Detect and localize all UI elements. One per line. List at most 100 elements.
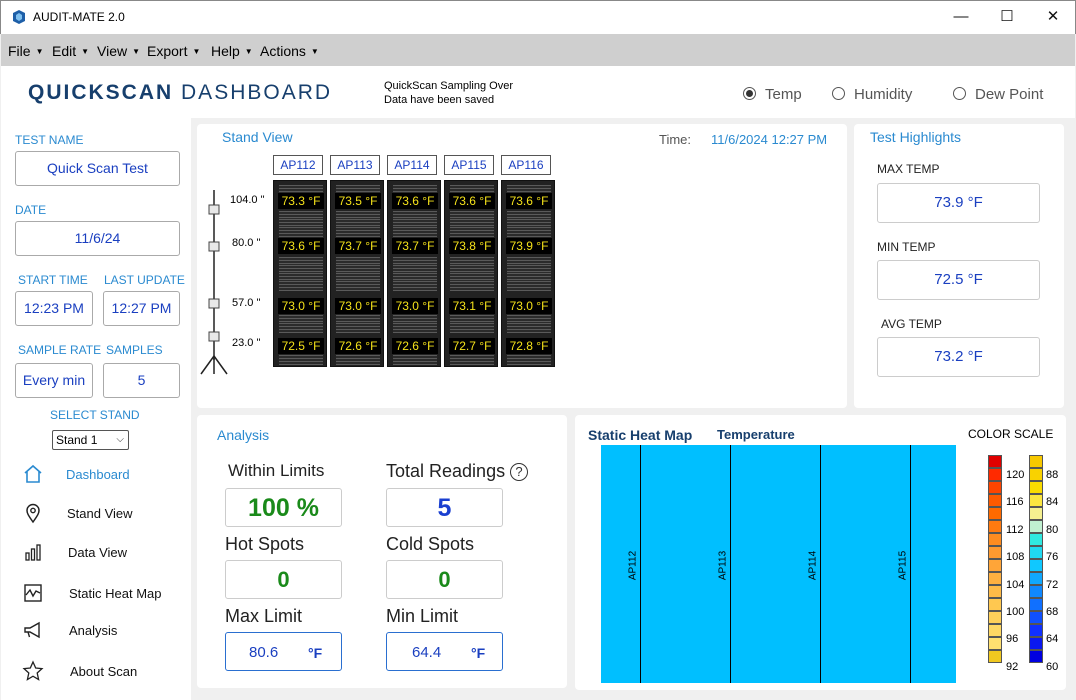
temperature-reading: 73.7 °F (392, 238, 438, 254)
temperature-reading: 73.6 °F (506, 193, 552, 209)
heat-map-divider (640, 445, 641, 683)
nav-dashboard[interactable]: Dashboard (22, 463, 182, 491)
within-limits-value: 100 % (225, 488, 342, 527)
radio-temp[interactable]: Temp (743, 86, 802, 103)
maximize-button[interactable]: ☐ (984, 1, 1030, 34)
color-scale-value: 108 (1006, 551, 1025, 564)
home-icon (24, 464, 42, 483)
menu-edit[interactable]: Edit ▼ (52, 43, 89, 59)
color-scale-swatch (1029, 559, 1043, 572)
heat-map-column-label: AP114 (807, 550, 819, 581)
nav-stand-view[interactable]: Stand View (22, 502, 182, 530)
height-label: 57.0 " (232, 297, 261, 309)
server-unit (450, 355, 494, 365)
chevron-down-icon: ▼ (132, 47, 141, 56)
sample-rate-field[interactable]: Every min (15, 363, 93, 398)
rack-label[interactable]: AP116 (501, 155, 551, 175)
menu-actions[interactable]: Actions ▼ (260, 43, 319, 59)
test-name-field[interactable]: Quick Scan Test (15, 151, 180, 186)
temperature-reading: 73.8 °F (449, 238, 495, 254)
server-unit (507, 281, 551, 291)
rack-label[interactable]: AP114 (387, 155, 437, 175)
color-scale-swatch (988, 520, 1002, 533)
temperature-reading: 73.0 °F (278, 298, 324, 314)
temperature-reading: 73.7 °F (335, 238, 381, 254)
temperature-reading: 72.5 °F (278, 338, 324, 354)
radio-humidity[interactable]: Humidity (832, 86, 912, 103)
min-limit-label: Min Limit (386, 606, 459, 626)
temperature-reading: 72.6 °F (335, 338, 381, 354)
temperature-reading: 73.0 °F (392, 298, 438, 314)
heat-map-column-label: AP113 (717, 550, 729, 581)
chevron-down-icon: ▼ (192, 47, 201, 56)
select-stand-label: SELECT STAND (50, 408, 140, 422)
max-temp-value: 73.9 °F (877, 183, 1040, 223)
radio-unselected-icon (953, 87, 966, 100)
heat-map-column-label: AP115 (897, 550, 909, 581)
help-icon[interactable]: ? (510, 463, 528, 481)
minimize-button[interactable]: — (938, 1, 984, 34)
color-scale-swatch (988, 507, 1002, 520)
last-update-field[interactable]: 12:27 PM (103, 291, 180, 326)
color-scale-swatch (1029, 481, 1043, 494)
menu-file[interactable]: File ▼ (8, 43, 43, 59)
color-scale-swatch (988, 533, 1002, 546)
temperature-reading: 73.6 °F (278, 238, 324, 254)
nav-about-scan[interactable]: About Scan (22, 660, 182, 688)
color-scale-value: 116 (1006, 496, 1024, 509)
menu-export[interactable]: Export ▼ (147, 43, 200, 59)
color-scale-swatch (1029, 468, 1043, 481)
temperature-reading: 73.1 °F (449, 298, 495, 314)
color-scale-swatch (1029, 520, 1043, 533)
server-unit (393, 227, 437, 237)
sample-rate-label: SAMPLE RATE (18, 343, 102, 357)
heat-map-divider (820, 445, 821, 683)
color-scale-value: 60 (1046, 660, 1059, 673)
min-limit-field[interactable]: 64.4 °F (386, 632, 503, 671)
menu-view[interactable]: View ▼ (97, 43, 140, 59)
server-unit (279, 355, 323, 365)
location-pin-icon (26, 503, 40, 524)
color-scale-swatch (988, 559, 1002, 572)
stand-view-title: Stand View (222, 129, 293, 145)
server-unit (507, 355, 551, 365)
color-scale-swatch (1029, 507, 1043, 520)
color-scale-swatch (988, 585, 1002, 598)
color-scale-value: 100 (1006, 606, 1025, 618)
color-scale-value: 80 (1046, 523, 1059, 536)
start-time-label: START TIME (18, 273, 88, 287)
temperature-reading: 72.8 °F (506, 338, 552, 354)
color-scale-value: 92 (1006, 660, 1019, 673)
rack-label[interactable]: AP112 (273, 155, 323, 175)
nav-static-heat-map[interactable]: Static Heat Map (22, 582, 182, 610)
temperature-reading: 73.0 °F (335, 298, 381, 314)
nav-analysis[interactable]: Analysis (22, 619, 182, 647)
date-field[interactable]: 11/6/24 (15, 221, 180, 256)
color-scale-swatch (988, 546, 1002, 559)
chevron-down-icon: ▼ (81, 47, 90, 56)
samples-field[interactable]: 5 (103, 363, 180, 398)
date-label: DATE (15, 203, 47, 217)
radio-dew-point[interactable]: Dew Point (953, 86, 1043, 103)
height-label: 104.0 " (230, 194, 265, 206)
dashboard-header: QUICKSCAN DASHBOARD QuickScan Sampling O… (1, 66, 1075, 118)
color-scale-swatch (1029, 611, 1043, 624)
color-scale-value: 64 (1046, 633, 1059, 646)
color-scale-swatch (1029, 637, 1043, 650)
time-value: 11/6/2024 12:27 PM (711, 132, 828, 147)
temperature-reading: 72.7 °F (449, 338, 495, 354)
max-limit-field[interactable]: 80.6 °F (225, 632, 342, 671)
menu-help[interactable]: Help ▼ (211, 43, 253, 59)
temperature-reading: 73.5 °F (335, 193, 381, 209)
temperature-reading: 73.6 °F (449, 193, 495, 209)
server-rack: 73.3 °F 73.6 °F 73.0 °F 72.5 °F (273, 180, 327, 367)
stand-select[interactable]: Stand 1 ⌵ (52, 430, 129, 450)
rack-label[interactable]: AP115 (444, 155, 494, 175)
server-unit (450, 281, 494, 291)
nav-data-view[interactable]: Data View (22, 541, 182, 569)
close-button[interactable]: ✕ (1030, 1, 1076, 34)
start-time-field[interactable]: 12:23 PM (15, 291, 93, 326)
color-scale-value: 112 (1006, 523, 1024, 536)
rack-label[interactable]: AP113 (330, 155, 380, 175)
heat-map-title: Static Heat Map (588, 427, 693, 443)
